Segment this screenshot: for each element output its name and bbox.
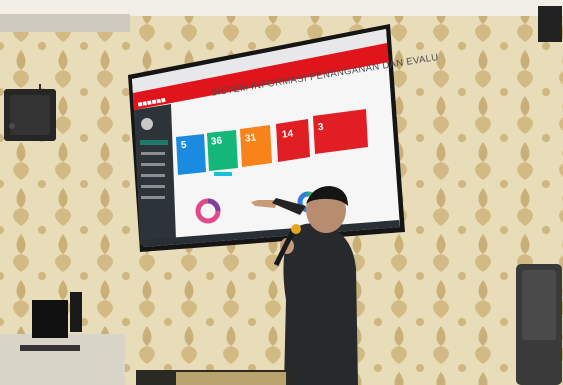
sidebar-item [140, 140, 168, 145]
stat-card-value: 5 [180, 139, 188, 152]
stat-card-red [276, 119, 310, 162]
stat-card-orange [240, 125, 272, 167]
tablecloth [176, 372, 286, 385]
chair [516, 264, 562, 385]
desk [0, 334, 125, 385]
microphone-grille [291, 224, 301, 234]
photo: ■■■■■■ SISTEM INFORMASI PENANGANAN DAN E… [0, 0, 563, 385]
stat-card-value: 3 [317, 121, 325, 134]
sidebar-item [141, 152, 165, 155]
right-speaker [538, 6, 562, 42]
user-avatar [141, 118, 153, 130]
stat-card-value: 14 [281, 128, 294, 141]
monitor [32, 300, 68, 338]
presenter-torso [283, 223, 358, 385]
sidebar-item [141, 163, 165, 166]
sidebar-item [141, 185, 165, 188]
ceiling-trim [0, 14, 130, 32]
screen-accent [214, 172, 232, 176]
keyboard [20, 345, 80, 351]
sidebar-item [141, 174, 165, 177]
left-speaker [4, 84, 56, 141]
ceiling [0, 0, 563, 16]
stat-card-value: 31 [244, 132, 257, 145]
stat-card-value: 36 [210, 135, 223, 148]
sidebar-item [141, 196, 165, 199]
scene: ■■■■■■ [0, 0, 563, 385]
monitor [70, 292, 82, 332]
